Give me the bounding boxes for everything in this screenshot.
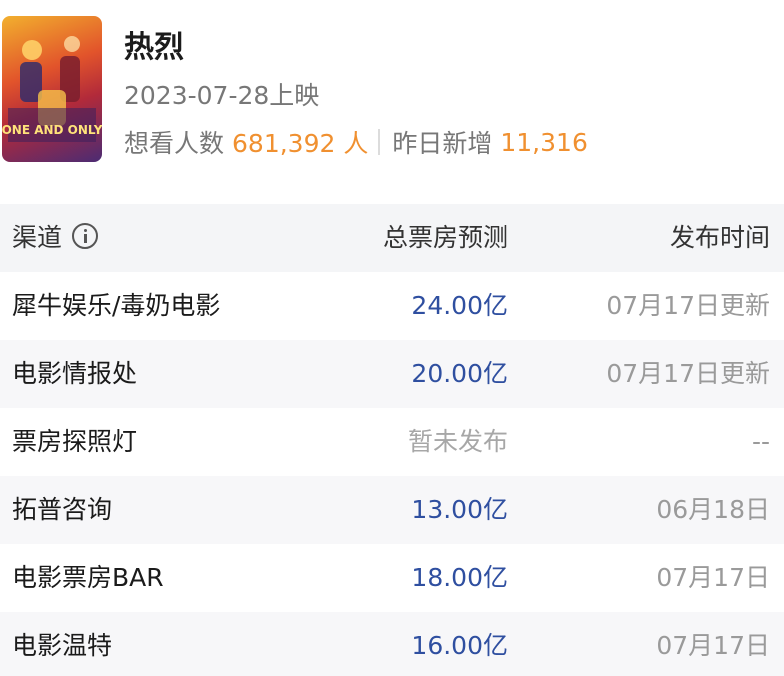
table-row[interactable]: 电影票房BAR 18.00亿 07月17日 [0, 544, 784, 612]
release-date: 2023-07-28上映 [124, 81, 320, 110]
forecast-value: 13.00亿 [411, 495, 508, 524]
header-time: 发布时间 [669, 223, 770, 252]
want-count: 681,392 人 [232, 129, 369, 158]
publish-time: 07月17日 [656, 631, 770, 660]
header-channel-label: 渠道 [12, 223, 63, 252]
channel-name: 电影票房BAR [12, 563, 164, 592]
info-circle-icon[interactable] [72, 223, 99, 249]
movie-title: 热烈 [124, 30, 184, 65]
table-row[interactable]: 电影情报处 20.00亿 07月17日更新 [0, 340, 784, 408]
table-row[interactable]: 拓普咨询 13.00亿 06月18日 [0, 476, 784, 544]
forecast-value: 18.00亿 [411, 563, 508, 592]
poster-logo-text: ONE AND ONLY [2, 123, 102, 137]
forecast-value: 16.00亿 [411, 631, 508, 660]
publish-time: 07月17日更新 [606, 291, 770, 320]
channel-name: 犀牛娱乐/毒奶电影 [12, 291, 221, 320]
want-label: 想看人数 [124, 129, 225, 158]
publish-time: 07月17日更新 [606, 359, 770, 388]
channel-name: 票房探照灯 [12, 427, 138, 456]
forecast-value: 24.00亿 [411, 291, 508, 320]
channel-name: 拓普咨询 [12, 495, 113, 524]
table-row[interactable]: 犀牛娱乐/毒奶电影 24.00亿 07月17日更新 [0, 272, 784, 340]
stats-divider [378, 129, 381, 155]
forecast-table: 渠道 总票房预测 发布时间 犀牛娱乐/毒奶电影 24.00亿 07月17日更新 … [0, 204, 784, 676]
stats-line: 想看人数 681,392 人 昨日新增 11,316 [124, 124, 588, 160]
publish-time: 07月17日 [656, 563, 770, 592]
new-count: 11,316 [500, 127, 588, 157]
publish-time: -- [751, 427, 770, 456]
poster-art: ONE AND ONLY [2, 36, 102, 142]
table-header-row: 渠道 总票房预测 发布时间 [0, 204, 784, 272]
table-row[interactable]: 票房探照灯 暂未发布 -- [0, 408, 784, 476]
channel-name: 电影温特 [12, 631, 113, 660]
new-label: 昨日新增 [392, 129, 493, 158]
forecast-value: 20.00亿 [411, 359, 508, 388]
publish-time: 06月18日 [656, 495, 770, 524]
header-forecast: 总票房预测 [382, 223, 508, 252]
movie-header: ONE AND ONLY 热烈 2023-07-28上映 想看人数 681,39… [0, 0, 784, 200]
table-row[interactable]: 电影温特 16.00亿 07月17日 [0, 612, 784, 676]
header-channel: 渠道 [12, 204, 99, 272]
forecast-value: 暂未发布 [407, 427, 508, 456]
channel-name: 电影情报处 [12, 359, 138, 388]
movie-poster[interactable]: ONE AND ONLY [2, 16, 102, 162]
